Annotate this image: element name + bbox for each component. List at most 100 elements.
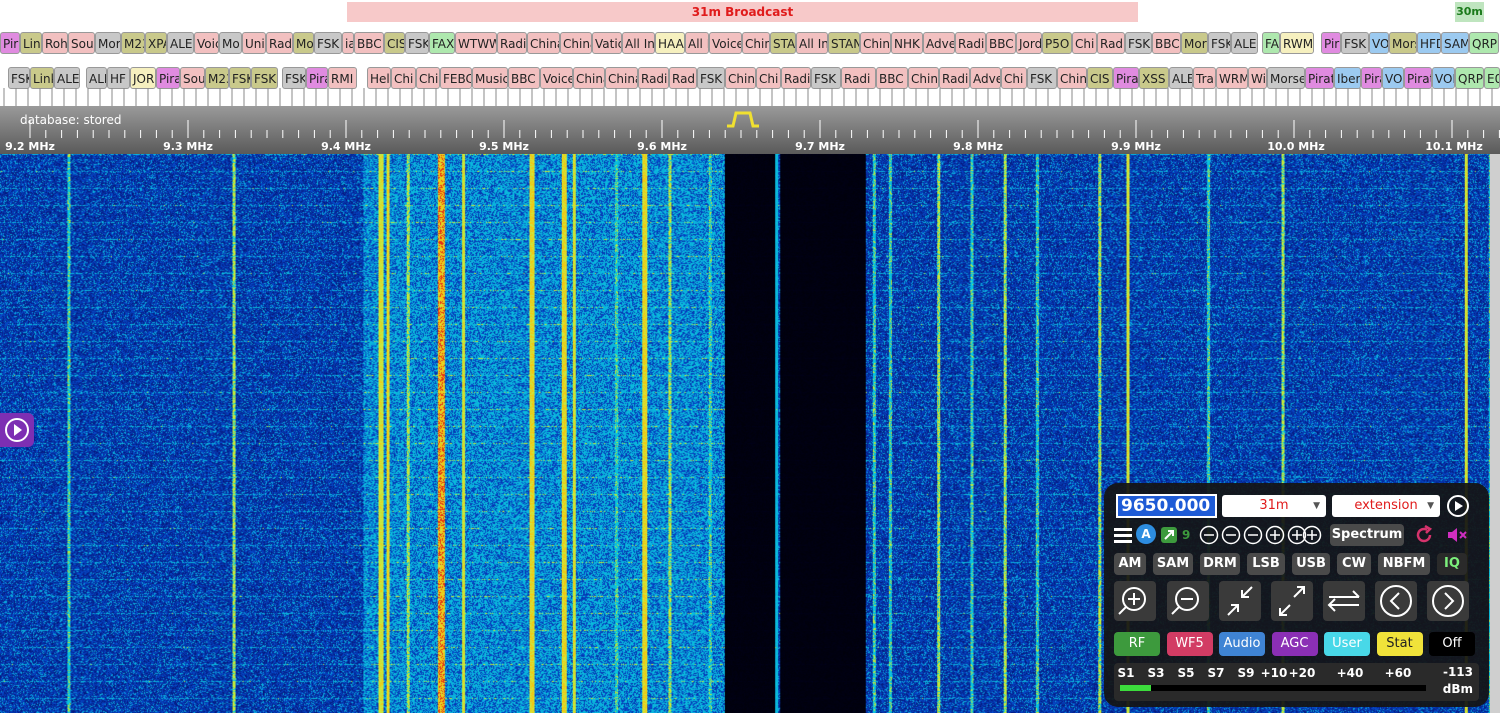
station-label[interactable]: RWM — [1280, 32, 1314, 54]
zoom-in-icon[interactable] — [1265, 525, 1285, 545]
station-label[interactable]: FSK — [811, 67, 841, 89]
station-label[interactable]: FSK — [697, 67, 725, 89]
mode-button-sam[interactable]: SAM — [1153, 553, 1193, 575]
station-label[interactable]: Vatic — [592, 32, 622, 54]
frequency-scale[interactable]: database: stored 9.2 MHz 9.3 MHz 9.4 MHz 9.… — [0, 106, 1500, 154]
station-label[interactable]: Voice — [709, 32, 742, 54]
zoom-in-icon[interactable] — [1302, 525, 1322, 545]
tab-audio[interactable]: Audio — [1219, 632, 1265, 656]
station-label[interactable]: RMI — [328, 67, 357, 89]
station-label[interactable]: Radi — [638, 67, 669, 89]
tab-off[interactable]: Off — [1429, 632, 1475, 656]
mode-button-lsb[interactable]: LSB — [1247, 553, 1285, 575]
station-label[interactable]: VOI — [1382, 67, 1404, 89]
station-label[interactable]: Pira — [1321, 32, 1341, 54]
station-label[interactable]: FEBC — [440, 67, 472, 89]
station-label[interactable]: China — [908, 67, 939, 89]
station-label[interactable]: XSS — [1139, 67, 1169, 89]
mode-button-cw[interactable]: CW — [1337, 553, 1371, 575]
station-label[interactable]: SAM — [1441, 32, 1469, 54]
tab-wf5[interactable]: WF5 — [1166, 632, 1213, 656]
station-label[interactable]: Iber — [1334, 67, 1361, 89]
reload-icon[interactable] — [1414, 525, 1434, 545]
station-label[interactable]: FAX — [429, 32, 455, 54]
station-label[interactable]: China — [742, 32, 770, 54]
zoom-max-out-button[interactable] — [1271, 581, 1313, 621]
band-30m[interactable]: 30m — [1455, 2, 1484, 22]
station-label[interactable]: Radi — [669, 67, 697, 89]
station-label[interactable]: FSK — [251, 67, 278, 89]
station-label[interactable]: ia — [342, 32, 354, 54]
band-31m-broadcast[interactable]: 31m Broadcast — [347, 2, 1138, 22]
station-label[interactable]: P5O — [1042, 32, 1072, 54]
station-label[interactable]: ALE — [54, 67, 80, 89]
tab-agc[interactable]: AGC — [1271, 632, 1318, 656]
station-label[interactable]: Radi — [841, 67, 876, 89]
station-label[interactable]: BBC — [986, 32, 1016, 54]
station-label[interactable]: Chi — [1001, 67, 1027, 89]
mode-button-iq[interactable]: IQ — [1437, 553, 1467, 575]
station-label[interactable]: Chi — [756, 67, 781, 89]
step-down-button[interactable] — [1375, 581, 1417, 621]
step-up-button[interactable] — [1427, 581, 1469, 621]
frequency-input[interactable] — [1116, 494, 1217, 518]
station-label[interactable]: FSK — [1341, 32, 1369, 54]
station-label[interactable]: BBC — [508, 67, 540, 89]
station-label[interactable]: VOI — [1432, 67, 1455, 89]
station-label[interactable]: Jord — [1016, 32, 1042, 54]
tab-user[interactable]: User — [1324, 632, 1370, 656]
zoom-to-band-button[interactable] — [1219, 581, 1261, 621]
station-label[interactable]: JOR — [130, 67, 156, 89]
station-label[interactable]: WRM — [1216, 67, 1248, 89]
station-label[interactable]: China — [573, 67, 605, 89]
station-label[interactable]: Morse — [1267, 67, 1305, 89]
zoom-out-icon[interactable] — [1199, 525, 1219, 545]
station-label[interactable]: Mo — [293, 32, 314, 54]
station-label[interactable]: China — [725, 67, 756, 89]
station-label[interactable]: FA — [1262, 32, 1280, 54]
station-label[interactable]: China — [860, 32, 891, 54]
spectrum-button[interactable]: Spectrum — [1330, 524, 1404, 546]
station-label[interactable]: Mo — [219, 32, 242, 54]
station-label[interactable]: Chi — [1072, 32, 1097, 54]
station-label[interactable]: E0 — [1484, 67, 1500, 89]
station-label[interactable]: ALE — [1231, 32, 1258, 54]
station-label[interactable]: Radi — [955, 32, 986, 54]
station-label[interactable]: Radi — [1097, 32, 1125, 54]
station-label[interactable]: FSK — [8, 67, 30, 89]
station-label[interactable]: CIS — [384, 32, 405, 54]
zoom-in-button[interactable] — [1114, 581, 1156, 621]
station-label[interactable]: China — [527, 32, 560, 54]
station-label[interactable]: Tran — [1193, 67, 1216, 89]
station-label[interactable]: Wi — [1248, 67, 1267, 89]
station-label[interactable]: FSK — [405, 32, 429, 54]
station-label[interactable]: Pira — [0, 32, 20, 54]
station-label[interactable]: Mors — [1181, 32, 1208, 54]
station-label[interactable]: HF — [107, 67, 130, 89]
station-label[interactable]: Adve — [923, 32, 955, 54]
station-label[interactable]: China — [560, 32, 592, 54]
station-label[interactable]: All I — [685, 32, 709, 54]
swap-button[interactable] — [1323, 581, 1365, 621]
station-label[interactable]: FSK — [282, 67, 306, 89]
station-label[interactable]: VO — [1369, 32, 1389, 54]
station-label[interactable]: Chi — [416, 67, 440, 89]
station-label[interactable]: FSK — [1125, 32, 1152, 54]
station-label[interactable]: Pira — [156, 67, 180, 89]
station-label[interactable]: CIS — [1087, 67, 1113, 89]
mode-button-nbfm[interactable]: NBFM — [1378, 553, 1430, 575]
station-label[interactable]: BBC — [354, 32, 384, 54]
station-label[interactable]: China — [1057, 67, 1087, 89]
mode-button-am[interactable]: AM — [1114, 553, 1146, 575]
station-label[interactable]: Mor — [95, 32, 121, 54]
station-label[interactable]: QRP — [1469, 32, 1499, 54]
station-label[interactable]: Pirat — [1404, 67, 1432, 89]
station-label[interactable]: Link — [30, 67, 54, 89]
station-label[interactable]: Pira — [1361, 67, 1382, 89]
station-label[interactable]: XPA — [145, 32, 167, 54]
station-label[interactable]: All In — [622, 32, 655, 54]
station-label[interactable]: M23 — [121, 32, 145, 54]
station-label[interactable]: WTWW — [455, 32, 497, 54]
menu-icon[interactable] — [1114, 527, 1132, 543]
station-label[interactable]: BBC — [1152, 32, 1181, 54]
